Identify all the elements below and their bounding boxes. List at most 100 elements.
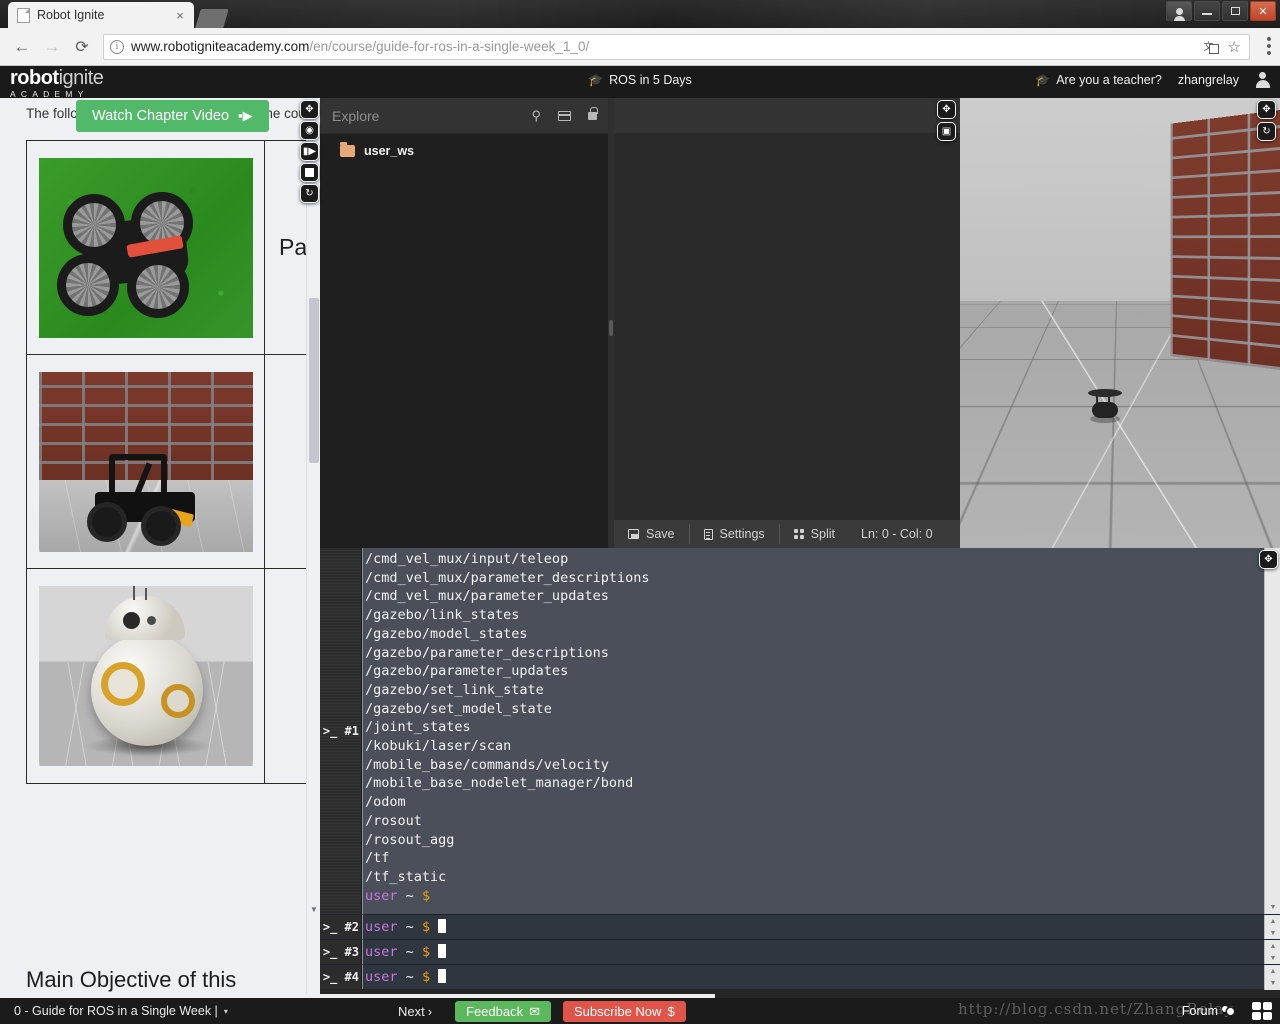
settings-button[interactable]: Settings (690, 524, 780, 544)
terminal-1-output[interactable]: /cmd_vel_mux/input/teleop/cmd_vel_mux/pa… (362, 548, 1280, 914)
stop-icon[interactable] (300, 163, 319, 182)
drone-rotor (126, 255, 189, 318)
expand-icon[interactable]: ✥ (937, 100, 956, 119)
feedback-button[interactable]: Feedback ✉ (455, 1001, 551, 1022)
terminal-scrollbar[interactable]: ▲ ▼ (1264, 548, 1280, 914)
graduation-cap-icon-2: 🎓 (1035, 72, 1051, 87)
terminal-tab-label[interactable]: >_ #3 (323, 945, 359, 959)
close-tab-icon[interactable]: × (172, 7, 188, 23)
lock-icon[interactable] (588, 106, 598, 120)
expand-icon[interactable]: ✥ (300, 100, 319, 119)
rover-wheel (86, 501, 127, 542)
bb8-ring (160, 684, 195, 718)
screen-icon[interactable]: ▣ (937, 122, 956, 141)
profile-icon (1173, 7, 1185, 21)
terminal-3[interactable]: >_ #3 user ~ $ ▲ ▼ (320, 939, 1280, 965)
bb8-antenna (144, 588, 147, 600)
terminal-output-lines: /cmd_vel_mux/input/teleop/cmd_vel_mux/pa… (365, 550, 1280, 887)
browser-tab[interactable]: Robot Ignite × (8, 2, 194, 28)
terminal-3-scrollbar[interactable]: ▲ ▼ (1264, 940, 1280, 965)
expand-icon[interactable]: ✥ (1257, 100, 1276, 119)
skip-next-icon[interactable]: ▮▶ (300, 142, 319, 161)
split-icon (793, 529, 804, 539)
reset-icon[interactable]: ↻ (300, 184, 319, 203)
terminal-1-gutter[interactable]: >_ #1 (320, 548, 362, 914)
reload-icon[interactable]: ⟳ (67, 32, 97, 62)
split-button[interactable]: Split (780, 524, 849, 544)
logo-wordmark: robotignite (10, 68, 104, 88)
terminal-control-column: ✥ (1259, 550, 1278, 569)
terminal-4[interactable]: >_ #4 user ~ $ ▲ ▼ (320, 964, 1280, 990)
file-explorer: Explore ⚲ user_ws (320, 98, 610, 548)
chapter-selector[interactable]: 0 - Guide for ROS in a Single Week | ▾ (0, 1004, 228, 1018)
maximize-button[interactable] (1222, 1, 1248, 21)
rover-image (38, 371, 253, 552)
reset-icon[interactable]: ↻ (1257, 122, 1276, 141)
gazebo-simulation-view[interactable]: ✥ ↻ (960, 98, 1280, 548)
terminal-output-line: /gazebo/set_link_state (365, 681, 544, 698)
forward-icon[interactable]: → (37, 32, 67, 62)
content-scrollbar[interactable]: ▼ (306, 98, 320, 998)
hide-eye-icon[interactable]: ◉ (300, 121, 319, 140)
terminal-output-line: /rosout (365, 812, 422, 829)
terminal-tab-label[interactable]: >_ #1 (323, 724, 359, 738)
terminal-3-gutter[interactable]: >_ #3 (320, 940, 362, 964)
scroll-up-icon[interactable]: ▲ (1265, 915, 1280, 928)
editor-text-area[interactable] (614, 134, 960, 512)
archive-box-icon[interactable] (557, 110, 571, 121)
terminal-2-prompt[interactable]: user ~ $ (362, 915, 1280, 939)
scroll-down-icon[interactable]: ▼ (1265, 977, 1280, 990)
terminal-4-scrollbar[interactable]: ▲ ▼ (1264, 965, 1280, 990)
scrollbar-thumb[interactable] (309, 298, 319, 463)
username-label[interactable]: zhangrelay (1178, 73, 1239, 87)
profile-button[interactable] (1166, 1, 1192, 21)
save-button[interactable]: Save (614, 524, 690, 544)
grid-menu-icon[interactable] (1252, 1002, 1272, 1020)
site-logo[interactable]: robotignite ACADEMY (10, 68, 104, 99)
window-controls: ✕ (1166, 1, 1276, 21)
minimize-button[interactable] (1194, 1, 1220, 21)
expand-icon[interactable]: ✥ (1259, 550, 1278, 569)
terminal-tab-label[interactable]: >_ #4 (323, 970, 359, 984)
terminal-2-gutter[interactable]: >_ #2 (320, 915, 362, 939)
terminal-1[interactable]: >_ #1 /cmd_vel_mux/input/teleop/cmd_vel_… (320, 548, 1280, 914)
translate-icon[interactable] (1204, 38, 1219, 54)
browser-tab-label: Robot Ignite (37, 8, 105, 22)
close-window-button[interactable]: ✕ (1250, 1, 1276, 21)
scroll-down-icon[interactable]: ▼ (1265, 900, 1280, 914)
bb8-ring (100, 662, 145, 706)
terminal-tab-label[interactable]: >_ #2 (323, 920, 359, 934)
bookmark-star-icon[interactable]: ☆ (1228, 38, 1241, 56)
back-icon[interactable]: ← (7, 32, 37, 62)
next-button[interactable]: Next › (398, 1004, 432, 1019)
scroll-up-icon[interactable]: ▲ (1265, 940, 1280, 953)
chat-bubble-icon: ✉ (529, 1003, 540, 1019)
address-bar[interactable]: i www.robotigniteacademy.com/en/course/g… (103, 33, 1250, 60)
teacher-link[interactable]: 🎓 Are you a teacher? (1035, 73, 1162, 87)
browser-toolbar: ← → ⟳ i www.robotigniteacademy.com/en/co… (0, 28, 1280, 66)
scroll-down-icon[interactable]: ▼ (310, 905, 318, 914)
prompt-dollar: $ (421, 919, 431, 935)
avatar[interactable] (1255, 72, 1270, 88)
table-row: Par (27, 141, 320, 355)
forum-link[interactable]: Forum (1182, 1004, 1236, 1018)
window-titlebar: Robot Ignite × ✕ (0, 0, 1280, 28)
terminal-output-line: /mobile_base_nodelet_manager/bond (365, 775, 634, 792)
terminal-4-prompt[interactable]: user ~ $ (362, 965, 1280, 989)
terminal-3-prompt[interactable]: user ~ $ (362, 940, 1280, 964)
site-info-icon[interactable]: i (110, 39, 124, 54)
terminal-2-scrollbar[interactable]: ▲ ▼ (1264, 915, 1280, 940)
browser-menu-icon[interactable]: • • • (1258, 32, 1280, 61)
explorer-header: Explore ⚲ (320, 98, 609, 134)
watch-chapter-video-button[interactable]: Watch Chapter Video ▪▶ (76, 100, 269, 132)
new-tab-button[interactable] (195, 9, 229, 28)
prompt-user: user (365, 887, 398, 904)
feedback-label: Feedback (466, 1004, 524, 1019)
subscribe-button[interactable]: Subscribe Now $ (563, 1001, 686, 1022)
list-item[interactable]: user_ws (320, 134, 609, 158)
scroll-up-icon[interactable]: ▲ (1265, 965, 1280, 978)
terminal-2[interactable]: >_ #2 user ~ $ ▲ ▼ (320, 914, 1280, 940)
terminal-4-gutter[interactable]: >_ #4 (320, 965, 362, 989)
terminal-panel: >_ #1 /cmd_vel_mux/input/teleop/cmd_vel_… (320, 548, 1280, 998)
search-icon[interactable]: ⚲ (531, 108, 541, 124)
